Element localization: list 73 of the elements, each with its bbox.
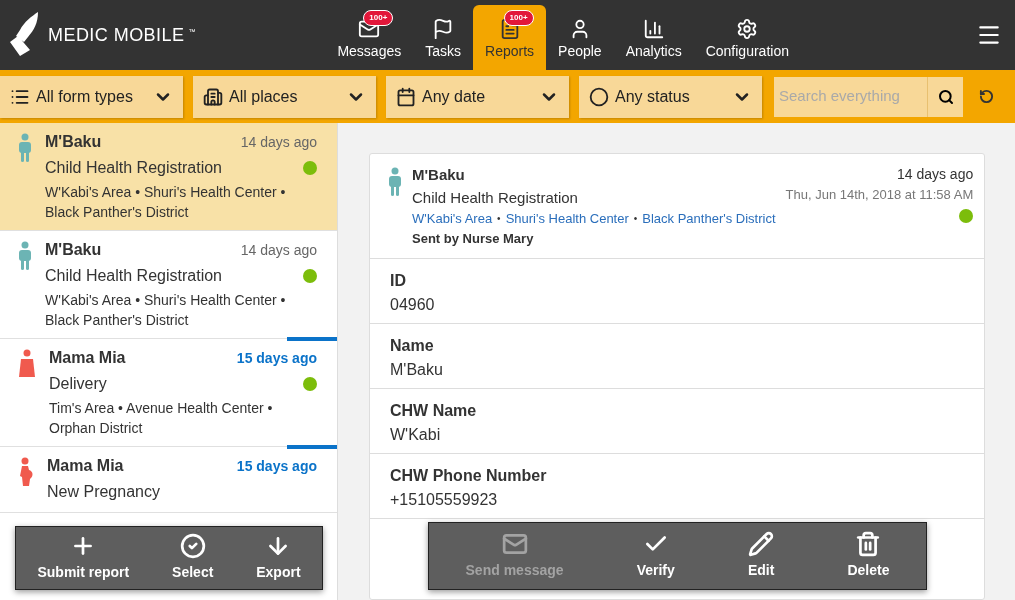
report-row[interactable]: Mama Mia 15 days ago Delivery Tim's Area • Avenue Health Center • Orphan District xyxy=(0,339,337,447)
envelope-icon xyxy=(501,531,528,557)
nav-tab[interactable]: 100+ Messages xyxy=(325,5,414,70)
calendar-icon xyxy=(396,86,416,107)
field-value: +15105559923 xyxy=(390,490,499,510)
field-label: CHW Name xyxy=(390,401,478,421)
nav-tab[interactable]: Analytics xyxy=(613,5,694,70)
report-row[interactable]: Mama Mia 15 days ago New Pregnancy xyxy=(0,447,337,513)
report-place: W'Kabi's Area • Shuri's Health Center • Black Panther's District xyxy=(45,291,287,330)
form-name: Child Health Registration xyxy=(45,266,222,286)
child-icon xyxy=(18,133,32,163)
patient-name: Mama Mia xyxy=(47,456,124,476)
field-value: W'Kabi xyxy=(390,425,442,445)
trash-icon xyxy=(855,531,882,557)
field-value: M'Baku xyxy=(390,360,444,380)
reset-icon[interactable] xyxy=(979,89,994,104)
place-link[interactable]: Shuri's Health Center xyxy=(505,209,629,229)
patient-name: M'Baku xyxy=(45,240,102,260)
search-field[interactable]: Search everything xyxy=(774,76,927,117)
settings-icon xyxy=(736,18,759,40)
report-place: Tim's Area • Avenue Health Center • Orphan District xyxy=(49,399,274,438)
check-circle-icon xyxy=(179,533,206,559)
nav-tab[interactable]: Tasks xyxy=(413,5,474,70)
report-date: Thu, Jun 14th, 2018 at 11:58 AM xyxy=(785,186,974,204)
count-badge: 100+ xyxy=(363,10,394,26)
action-button[interactable]: Delete xyxy=(847,531,890,581)
count-badge: 100+ xyxy=(503,10,534,26)
bullet-separator: • xyxy=(633,212,638,227)
place-link[interactable]: W'Kabi's Area xyxy=(412,209,493,229)
circle-icon xyxy=(589,86,609,107)
nav-tab[interactable]: People xyxy=(546,5,614,70)
filter-dropdown[interactable]: All form types xyxy=(0,75,183,118)
brand-name: MEDIC MOBILE xyxy=(48,23,185,47)
pregnant-woman-icon xyxy=(18,457,34,487)
patient-name: Mama Mia xyxy=(49,348,126,368)
filter-dropdown[interactable]: Any date xyxy=(386,75,569,118)
place-link[interactable]: Black Panther's District xyxy=(642,209,776,229)
report-time: 14 days ago xyxy=(240,133,317,152)
form-name: Delivery xyxy=(49,374,107,394)
action-button[interactable]: Verify xyxy=(636,531,675,581)
report-place: W'Kabi's Area • Shuri's Health Center • Black Panther's District xyxy=(45,183,287,222)
filter-dropdown[interactable]: Any status xyxy=(579,75,762,118)
report-time: 15 days ago xyxy=(236,349,317,368)
report-row[interactable]: M'Baku 14 days ago Child Health Registration W'Kabi's Area • Shuri's Health Center • Black Panther's District xyxy=(0,123,337,231)
woman-icon xyxy=(18,349,36,379)
field-label: CHW Phone Number xyxy=(390,466,548,486)
form-name: Child Health Registration xyxy=(412,187,579,208)
form-name: New Pregnancy xyxy=(47,482,160,502)
action-button[interactable]: Submit report xyxy=(37,533,130,583)
form-name: Child Health Registration xyxy=(45,158,222,178)
report-time: 14 days ago xyxy=(240,241,317,260)
action-button[interactable]: Edit xyxy=(747,531,775,581)
sender: Sent by Nurse Mary xyxy=(412,229,535,248)
field-value: 04960 xyxy=(390,295,436,315)
field-label: Name xyxy=(390,336,435,356)
bullet-separator: • xyxy=(497,212,501,227)
nav-tab[interactable]: 100+ Reports xyxy=(473,5,547,70)
pencil-icon xyxy=(748,531,775,557)
child-icon xyxy=(18,241,32,271)
report-time: 15 days ago xyxy=(236,457,317,476)
filter-dropdown[interactable]: All places xyxy=(193,75,376,118)
nav-tab[interactable]: Configuration xyxy=(693,5,801,70)
child-icon xyxy=(388,167,402,197)
search-button[interactable] xyxy=(927,76,963,117)
building-icon xyxy=(203,86,223,107)
search-icon xyxy=(937,88,954,105)
bar-chart-icon xyxy=(642,18,665,40)
action-button[interactable]: Export xyxy=(256,533,301,583)
report-time: 14 days ago xyxy=(896,165,974,184)
patient-name: M'Baku xyxy=(412,165,466,185)
action-button[interactable]: Select xyxy=(172,533,214,583)
field-label: ID xyxy=(390,271,407,291)
patient-name: M'Baku xyxy=(45,132,102,152)
